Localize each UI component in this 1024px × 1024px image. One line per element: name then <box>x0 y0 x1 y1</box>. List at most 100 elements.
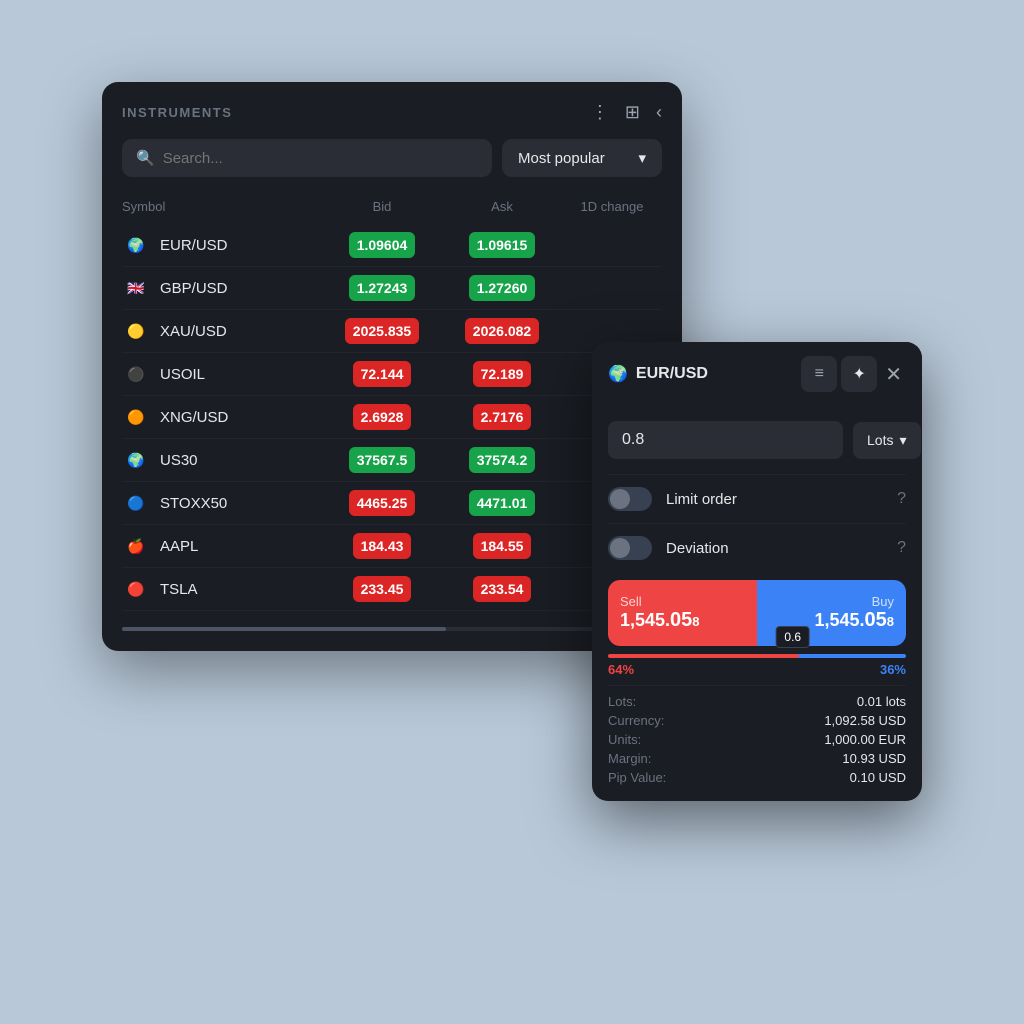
trade-symbol-label: EUR/USD <box>636 365 708 383</box>
symbol-name: EUR/USD <box>160 237 228 254</box>
symbol-flag: 🌍 <box>122 446 150 474</box>
currency-label: Currency: <box>608 713 725 728</box>
pip-label: Pip Value: <box>608 770 725 785</box>
trade-header-icons: ≡ ✦ ✕ <box>801 356 906 392</box>
symbol-flag: 🟠 <box>122 403 150 431</box>
filter-label: Most popular <box>518 150 605 167</box>
symbol-name: USOIL <box>160 366 205 383</box>
ask-price: 233.54 <box>473 576 532 602</box>
ask-price: 37574.2 <box>469 447 536 473</box>
symbol-name: STOXX50 <box>160 495 227 512</box>
buy-price-sup: 8 <box>887 614 894 629</box>
margin-label: Margin: <box>608 751 725 766</box>
bid-price: 184.43 <box>353 533 412 559</box>
ask-price: 1.27260 <box>469 275 536 301</box>
info-grid: Lots: 0.01 lots Currency: 1,092.58 USD U… <box>592 686 922 801</box>
bid-price: 4465.25 <box>349 490 416 516</box>
symbol-name: US30 <box>160 452 198 469</box>
col-symbol: Symbol <box>122 199 322 214</box>
lot-chevron-icon: ▾ <box>899 432 906 449</box>
close-button[interactable]: ✕ <box>881 358 906 391</box>
sell-price-decimal: 05 <box>670 609 692 632</box>
lots-label: Lots: <box>608 694 725 709</box>
lot-input[interactable] <box>608 421 843 459</box>
ask-price: 184.55 <box>473 533 532 559</box>
pip-value: 0.10 USD <box>765 770 906 785</box>
symbol-flag: 🇬🇧 <box>122 274 150 302</box>
filter-dropdown[interactable]: Most popular ▾ <box>502 139 662 177</box>
symbol-name: AAPL <box>160 538 198 555</box>
buy-price-main: 1,545. <box>814 610 864 631</box>
limit-order-help-icon[interactable]: ? <box>897 490 906 508</box>
currency-value: 1,092.58 USD <box>765 713 906 728</box>
ask-price: 4471.01 <box>469 490 536 516</box>
more-options-icon[interactable]: ⋮ <box>591 102 609 123</box>
instrument-rows: 🌍 EUR/USD 1.09604 1.09615 🇬🇧 GBP/USD 1.2… <box>122 224 662 611</box>
panel-title: INSTRUMENTS <box>122 105 232 120</box>
table-row[interactable]: 🟠 XNG/USD 2.6928 2.7176 <box>122 396 662 439</box>
table-row[interactable]: 🌍 EUR/USD 1.09604 1.09615 <box>122 224 662 267</box>
lot-unit-label: Lots <box>867 432 893 448</box>
slider-tooltip: 0.6 <box>775 626 810 648</box>
symbol-flag: 🌍 <box>122 231 150 259</box>
slider-container: 0.6 64% 36% <box>592 654 922 685</box>
buy-price-decimal: 05 <box>865 609 887 632</box>
chevron-down-icon: ▾ <box>638 149 646 167</box>
scrollbar-thumb <box>122 627 446 631</box>
symbol-name: XAU/USD <box>160 323 227 340</box>
symbol-name: XNG/USD <box>160 409 228 426</box>
ask-price: 2026.082 <box>465 318 539 344</box>
symbol-flag: 🔵 <box>122 489 150 517</box>
table-row[interactable]: 🟡 XAU/USD 2025.835 2026.082 <box>122 310 662 353</box>
trade-panel: 🌍 EUR/USD ≡ ✦ ✕ Lots ▾ + − Limit order <box>592 342 922 801</box>
bid-price: 1.09604 <box>349 232 416 258</box>
table-row[interactable]: 🔵 STOXX50 4465.25 4471.01 <box>122 482 662 525</box>
buy-label: Buy <box>769 594 894 609</box>
buy-pct: 36% <box>880 662 906 677</box>
grid-icon[interactable]: ⊞ <box>625 102 640 123</box>
collapse-icon[interactable]: ‹ <box>656 102 662 123</box>
limit-order-row: Limit order ? <box>592 475 922 523</box>
table-row[interactable]: 🔴 TSLA 233.45 233.54 <box>122 568 662 611</box>
symbol-flag: 🟡 <box>122 317 150 345</box>
sparkle-button[interactable]: ✦ <box>841 356 877 392</box>
search-input[interactable] <box>163 150 478 167</box>
ask-price: 2.7176 <box>473 404 532 430</box>
slider-pct: 64% 36% <box>608 662 906 677</box>
sell-price: 1,545.058 <box>620 609 745 632</box>
table-row[interactable]: 🇬🇧 GBP/USD 1.27243 1.27260 <box>122 267 662 310</box>
symbol-cell: 🟠 XNG/USD <box>122 403 322 431</box>
col-bid: Bid <box>322 199 442 214</box>
table-row[interactable]: ⚫ USOIL 72.144 72.189 <box>122 353 662 396</box>
table-row[interactable]: 🌍 US30 37567.5 37574.2 <box>122 439 662 482</box>
sell-button[interactable]: Sell 1,545.058 <box>608 580 757 646</box>
symbol-flag: 🍎 <box>122 532 150 560</box>
trade-flag-icon: 🌍 <box>608 364 628 384</box>
symbol-flag: 🔴 <box>122 575 150 603</box>
header-icons: ⋮ ⊞ ‹ <box>591 102 662 123</box>
symbol-flag: ⚫ <box>122 360 150 388</box>
bid-price: 2025.835 <box>345 318 419 344</box>
deviation-label: Deviation <box>666 540 883 557</box>
units-value: 1,000.00 EUR <box>765 732 906 747</box>
symbol-cell: 🌍 EUR/USD <box>122 231 322 259</box>
sell-price-main: 1,545. <box>620 610 670 631</box>
filter-settings-button[interactable]: ≡ <box>801 356 837 392</box>
col-ask: Ask <box>442 199 562 214</box>
deviation-help-icon[interactable]: ? <box>897 539 906 557</box>
table-row[interactable]: 🍎 AAPL 184.43 184.55 <box>122 525 662 568</box>
sell-price-sup: 8 <box>692 614 699 629</box>
trade-header: 🌍 EUR/USD ≡ ✦ ✕ <box>592 342 922 406</box>
symbol-cell: 🇬🇧 GBP/USD <box>122 274 322 302</box>
symbol-name: GBP/USD <box>160 280 228 297</box>
margin-value: 10.93 USD <box>765 751 906 766</box>
search-icon: 🔍 <box>136 149 155 167</box>
table-header: Symbol Bid Ask 1D change <box>122 193 662 220</box>
bid-price: 72.144 <box>353 361 412 387</box>
lot-row: Lots ▾ + − <box>592 406 922 474</box>
trade-symbol: 🌍 EUR/USD <box>608 364 708 384</box>
lot-unit-selector[interactable]: Lots ▾ <box>853 422 921 459</box>
limit-order-toggle[interactable] <box>608 487 652 511</box>
symbol-cell: 🔵 STOXX50 <box>122 489 322 517</box>
deviation-toggle[interactable] <box>608 536 652 560</box>
